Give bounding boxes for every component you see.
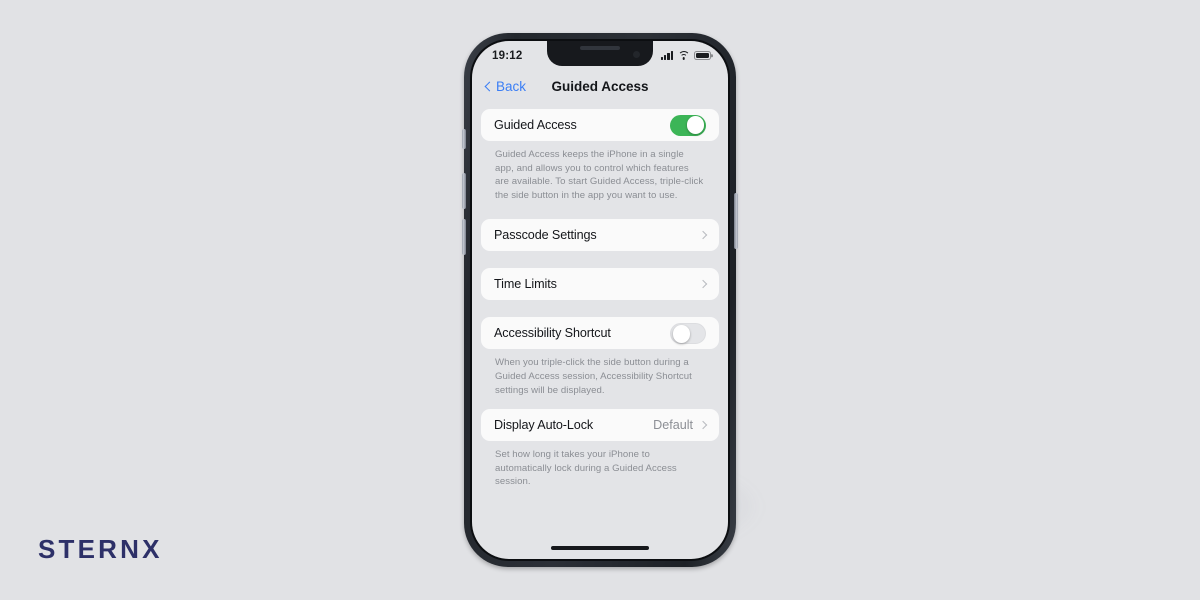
chevron-right-icon <box>698 421 708 430</box>
row-guided-access[interactable]: Guided Access <box>481 109 719 141</box>
row-label: Passcode Settings <box>494 228 597 243</box>
section-accessibility-shortcut: Accessibility Shortcut <box>481 317 719 350</box>
section-time-limits: Time Limits <box>481 268 719 301</box>
status-bar-time: 19:12 <box>492 49 523 62</box>
toggle-knob <box>672 324 691 343</box>
row-label: Time Limits <box>494 277 557 292</box>
volume-down-button[interactable] <box>462 219 466 255</box>
battery-icon <box>694 51 713 60</box>
chevron-right-icon <box>698 231 708 240</box>
row-accessibility-shortcut[interactable]: Accessibility Shortcut <box>481 317 719 349</box>
home-indicator-area <box>472 537 728 559</box>
row-passcode-settings[interactable]: Passcode Settings <box>481 219 719 251</box>
iphone-device-frame: 19:12 Back Guided Access Guided Access G… <box>462 33 738 567</box>
mute-switch-button[interactable] <box>462 129 466 149</box>
section-guided-access: Guided Access <box>481 109 719 141</box>
notch <box>547 41 653 66</box>
page-root: STERNX 19:12 Back Guided Access Guided A… <box>0 0 1200 600</box>
sternx-logo: STERNX <box>38 534 163 564</box>
section-display-auto-lock: Display Auto-Lock Default <box>481 409 719 442</box>
volume-up-button[interactable] <box>462 173 466 209</box>
back-button[interactable]: Back <box>484 79 527 94</box>
front-camera-icon <box>633 51 640 58</box>
footnote-display-auto-lock: Set how long it takes your iPhone to aut… <box>495 449 677 488</box>
status-bar-icons <box>660 51 713 60</box>
home-indicator[interactable] <box>551 546 649 550</box>
section-passcode-settings: Passcode Settings <box>481 219 719 252</box>
phone-bezel: 19:12 Back Guided Access Guided Access G… <box>470 39 730 561</box>
row-label: Guided Access <box>494 118 577 132</box>
phone-screen: 19:12 Back Guided Access Guided Access G… <box>472 41 728 559</box>
footnote-guided-access: Guided Access keeps the iPhone in a sing… <box>495 149 704 201</box>
wifi-icon <box>677 51 690 60</box>
settings-list: Guided Access Guided Access keeps the iP… <box>472 103 728 537</box>
navigation-bar: Back Guided Access <box>472 70 728 103</box>
earpiece-speaker-icon <box>580 46 620 50</box>
cellular-signal-icon <box>660 51 673 60</box>
footnote-accessibility-shortcut: When you triple-click the side button du… <box>495 357 692 396</box>
row-display-auto-lock[interactable]: Display Auto-Lock Default <box>481 409 719 441</box>
chevron-right-icon <box>698 280 708 289</box>
row-time-limits[interactable]: Time Limits <box>481 268 719 300</box>
row-value: Default <box>653 418 693 433</box>
back-button-label: Back <box>496 79 527 94</box>
row-label: Display Auto-Lock <box>494 418 594 433</box>
guided-access-toggle[interactable] <box>670 114 706 136</box>
chevron-left-icon <box>484 81 495 92</box>
power-side-button[interactable] <box>734 193 738 249</box>
row-label: Accessibility Shortcut <box>494 326 611 341</box>
toggle-knob <box>686 116 705 134</box>
accessibility-shortcut-toggle[interactable] <box>670 322 706 344</box>
